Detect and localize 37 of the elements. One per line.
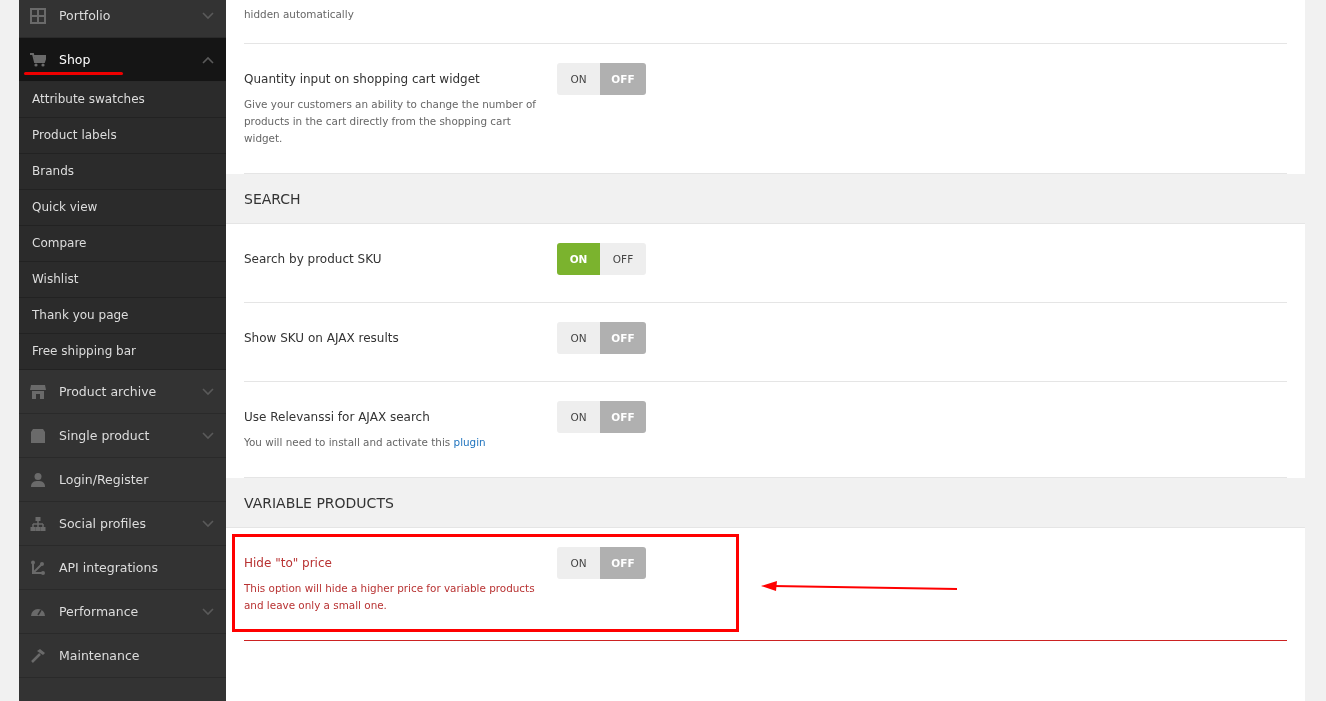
- cart-icon: [30, 51, 46, 68]
- setting-description: You will need to install and activate this plugin: [244, 435, 487, 450]
- setting-description: hidden automatically: [244, 7, 355, 22]
- hammer-icon: [30, 647, 46, 664]
- user-icon: [30, 471, 46, 488]
- section-heading: SEARCH: [226, 174, 1305, 224]
- store-icon: [30, 383, 46, 400]
- grid-icon: [30, 7, 46, 24]
- sidebar-item[interactable]: Product archive: [19, 370, 226, 414]
- sitemap-icon: [30, 515, 46, 532]
- sidebar-item[interactable]: Single product: [19, 414, 226, 458]
- submenu-item[interactable]: Product labels: [19, 118, 226, 154]
- bag-icon: [30, 427, 46, 444]
- chevron-icon: [202, 607, 214, 616]
- chevron-icon: [202, 431, 214, 440]
- submenu-item[interactable]: Quick view: [19, 190, 226, 226]
- submenu-item[interactable]: Free shipping bar: [19, 334, 226, 370]
- api-icon: [30, 559, 46, 576]
- section-heading: VARIABLE PRODUCTS: [226, 478, 1305, 528]
- setting-description: Give your customers an ability to change the number of products in the cart directly from the shopping cart widget.: [244, 97, 537, 146]
- submenu-item[interactable]: Attribute swatches: [19, 82, 226, 118]
- chevron-icon: [202, 11, 214, 20]
- setting-title: Show SKU on AJAX results: [244, 331, 400, 345]
- plugin-link[interactable]: plugin: [453, 436, 486, 448]
- submenu-item[interactable]: Thank you page: [19, 298, 226, 334]
- chevron-icon: [202, 55, 214, 64]
- setting-title: Quantity input on shopping cart widget: [244, 72, 481, 86]
- chevron-icon: [202, 519, 214, 528]
- setting-description: This option will hide a higher price for variable products and leave only a small one.: [244, 581, 536, 613]
- setting-title: Search by product SKU: [244, 252, 383, 266]
- submenu-item[interactable]: Brands: [19, 154, 226, 190]
- submenu-item[interactable]: Wishlist: [19, 262, 226, 298]
- chevron-icon: [202, 387, 214, 396]
- setting-title: Use Relevanssi for AJAX search: [244, 410, 431, 424]
- setting-title: Hide "to" price: [244, 556, 333, 570]
- submenu-item[interactable]: Compare: [19, 226, 226, 262]
- sidebar-item[interactable]: Shop: [19, 38, 226, 82]
